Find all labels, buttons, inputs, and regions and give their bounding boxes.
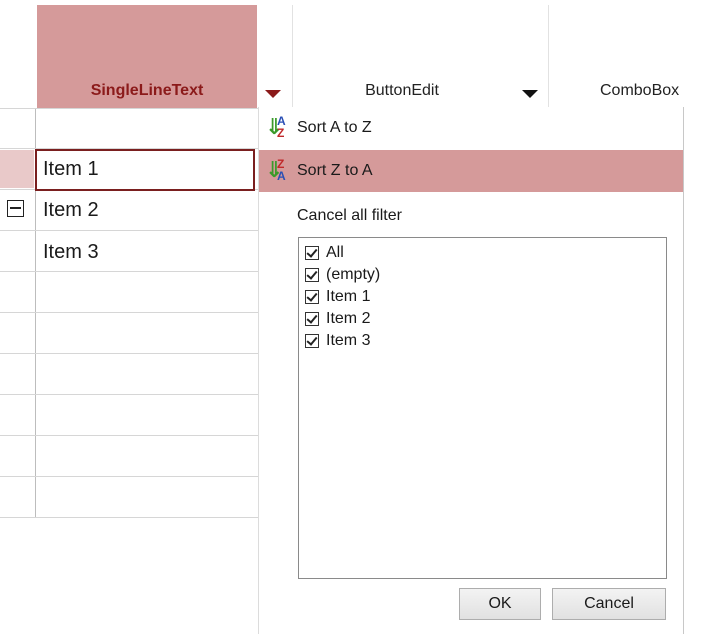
filter-item-label: (empty) (326, 266, 381, 283)
checkbox[interactable] (305, 268, 319, 282)
grid-line (0, 517, 258, 518)
grid-line (0, 312, 258, 313)
row-indicator (0, 150, 34, 188)
grid-line (0, 108, 258, 109)
checkbox[interactable] (305, 334, 319, 348)
sort-ascending-icon: ⇓ A Z (265, 114, 286, 140)
grid-line (0, 394, 258, 395)
checkbox[interactable] (305, 312, 319, 326)
column-header-label: SingleLineText (90, 82, 204, 99)
menu-item-label: Sort Z to A (297, 162, 373, 179)
ok-button[interactable]: OK (459, 588, 541, 620)
column-header-buttonedit[interactable]: ButtonEdit (292, 81, 512, 101)
sort-descending-icon: ⇓ Z A (265, 157, 286, 183)
cancel-all-filter-link[interactable]: Cancel all filter (297, 206, 402, 226)
grid-line (0, 353, 258, 354)
filter-item-item3[interactable]: Item 3 (305, 330, 370, 352)
filter-item-item2[interactable]: Item 2 (305, 308, 370, 330)
filter-dropdown-icon[interactable] (265, 90, 281, 98)
cancel-button[interactable]: Cancel (552, 588, 666, 620)
collapse-icon[interactable] (7, 200, 24, 217)
cell-text[interactable]: Item 3 (43, 240, 99, 264)
filter-item-empty[interactable]: (empty) (305, 264, 380, 286)
filter-dropdown-icon[interactable] (522, 90, 538, 98)
new-row-cell[interactable] (37, 110, 255, 147)
grid-line (0, 230, 258, 231)
filter-item-label: Item 3 (326, 332, 371, 349)
column-separator (548, 5, 549, 108)
column-header-combobox[interactable]: ComboBox (600, 81, 706, 101)
checkbox[interactable] (305, 246, 319, 260)
filter-item-label: All (326, 244, 344, 261)
filter-item-all[interactable]: All (305, 242, 344, 264)
filter-item-item1[interactable]: Item 1 (305, 286, 370, 308)
filter-popup: ⇓ A Z Sort A to Z ⇓ Z A Sort Z to A Canc… (258, 107, 684, 634)
cell-text[interactable]: Item 2 (43, 198, 99, 222)
checkbox[interactable] (305, 290, 319, 304)
menu-item-sort-asc[interactable]: ⇓ A Z Sort A to Z (259, 107, 683, 149)
menu-item-sort-desc[interactable]: ⇓ Z A Sort Z to A (259, 150, 683, 192)
filter-item-label: Item 2 (326, 310, 371, 327)
grid-line (0, 271, 258, 272)
menu-item-label: Sort A to Z (297, 119, 372, 136)
filter-item-label: Item 1 (326, 288, 371, 305)
grid-line (0, 435, 258, 436)
filter-values-list[interactable]: All (empty) Item 1 Item 2 Item 3 (298, 237, 667, 579)
cell-text[interactable]: Item 1 (43, 157, 99, 181)
grid-line (0, 476, 258, 477)
